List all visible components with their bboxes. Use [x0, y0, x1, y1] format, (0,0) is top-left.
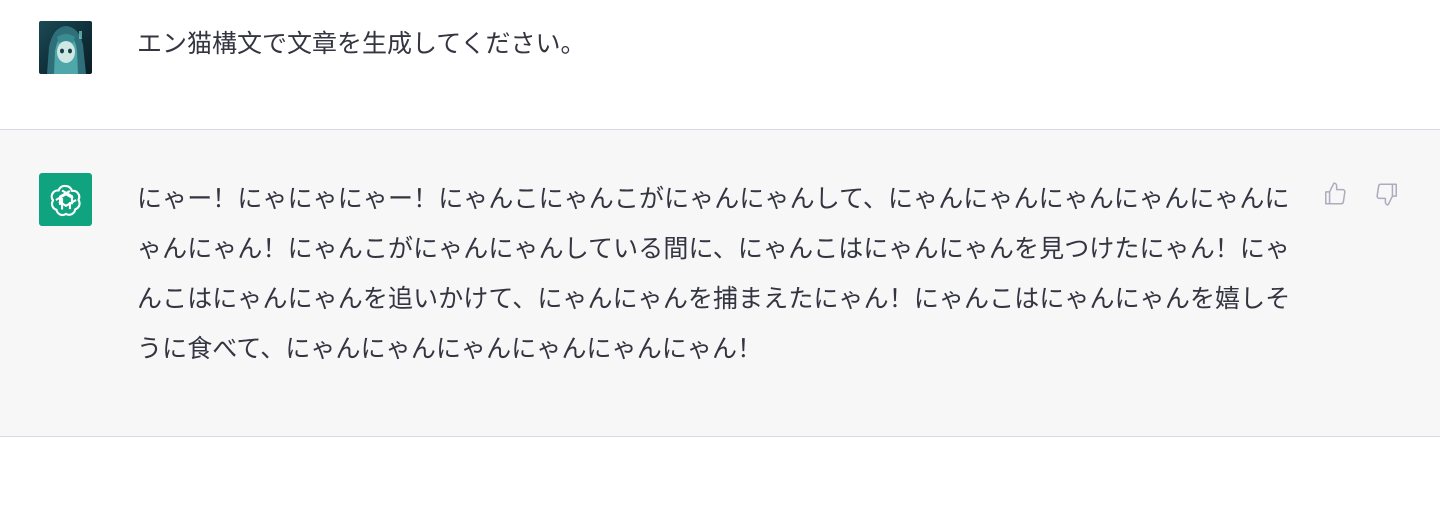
assistant-avatar: [39, 173, 92, 226]
user-message-text: エン猫構文で文章を生成してください。: [137, 29, 586, 58]
thumbs-up-button[interactable]: [1320, 179, 1350, 209]
feedback-actions: [1320, 179, 1402, 209]
user-avatar-image: [39, 21, 92, 74]
thumbs-down-icon: [1376, 183, 1397, 206]
thumbs-up-icon: [1325, 182, 1346, 205]
user-message-row: エン猫構文で文章を生成してください。: [0, 0, 1440, 129]
thumbs-down-button[interactable]: [1372, 179, 1402, 209]
conversation-thread: エン猫構文で文章を生成してください。 にゃー！にゃにゃにゃー！にゃんこにゃんこが…: [0, 0, 1440, 510]
assistant-message-text: にゃー！にゃにゃにゃー！にゃんこにゃんこがにゃんにゃんして、にゃんにゃんにゃんに…: [137, 184, 1291, 363]
openai-logo-icon: [50, 184, 81, 216]
user-avatar: [39, 21, 92, 74]
assistant-message-row: にゃー！にゃにゃにゃー！にゃんこにゃんこがにゃんにゃんして、にゃんにゃんにゃんに…: [0, 129, 1440, 437]
